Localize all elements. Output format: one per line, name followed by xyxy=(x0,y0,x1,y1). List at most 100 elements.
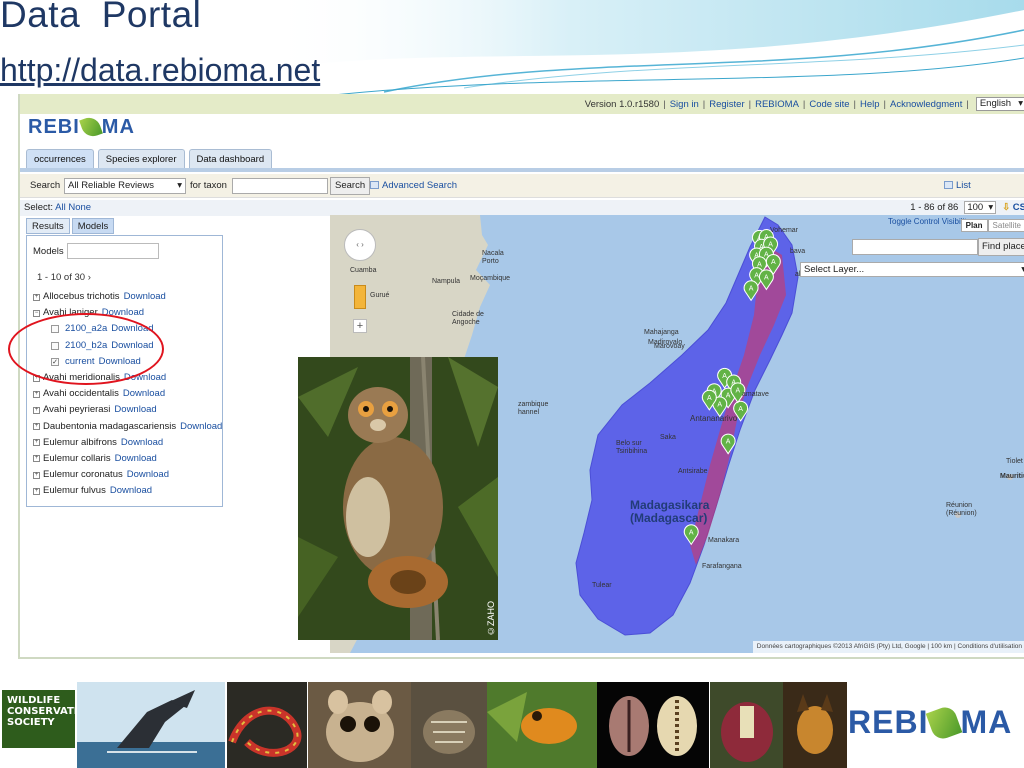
review-filter-select[interactable]: All Reliable Reviews ▾ xyxy=(64,178,186,194)
language-select[interactable]: English xyxy=(975,97,1024,111)
expand-icon[interactable]: + xyxy=(33,390,40,398)
find-place-button[interactable]: Find place xyxy=(978,238,1024,256)
register-link[interactable]: Register xyxy=(709,99,744,110)
marker-letter: A xyxy=(707,395,712,402)
map-label-angoche: Cidade de Angoche xyxy=(452,311,484,326)
tab-species-explorer[interactable]: Species explorer xyxy=(97,149,185,168)
map-label-reunion: Réunion (Réunion) xyxy=(946,502,977,517)
bottom-image-strip: WILDLIFE CONSERVATION SOCIETY REBI MA xyxy=(0,680,1024,768)
csv-download-link[interactable]: ⇩ CS xyxy=(1002,202,1024,213)
flower-photo xyxy=(710,682,784,768)
snake-photo xyxy=(227,682,307,768)
expand-icon[interactable]: + xyxy=(33,455,40,463)
wcs-logo: WILDLIFE CONSERVATION SOCIETY xyxy=(2,690,94,748)
expand-icon[interactable]: + xyxy=(33,423,40,431)
taxon-input[interactable] xyxy=(232,178,328,194)
leaf-icon xyxy=(78,114,103,140)
layer-select[interactable]: Select Layer...▾ xyxy=(800,262,1024,277)
species-name: Eulemur albifrons xyxy=(43,436,117,448)
pan-control[interactable]: ‹ › xyxy=(344,229,376,261)
map-label-mocambique: Moçambique xyxy=(470,275,511,282)
download-link[interactable]: Download xyxy=(115,451,157,467)
species-name: Eulemur collaris xyxy=(43,452,111,464)
tenrec-photo xyxy=(411,682,487,768)
acknowledgment-link[interactable]: Acknowledgment xyxy=(890,99,962,110)
tab-results[interactable]: Results xyxy=(26,218,70,234)
tab-models[interactable]: Models xyxy=(71,218,115,234)
tab-occurrences[interactable]: occurrences xyxy=(26,149,94,168)
toggle-control-visibility-link[interactable]: Toggle Control Visibility xyxy=(888,217,971,226)
highlight-ellipse xyxy=(8,313,164,385)
slide-title: Data Portal xyxy=(0,0,202,35)
map-label-mauritius: Mauritius xyxy=(1000,473,1024,480)
download-link[interactable]: Download xyxy=(123,386,165,402)
sign-in-link[interactable]: Sign in xyxy=(670,99,699,110)
advanced-search-link[interactable]: Advanced Search xyxy=(370,180,457,191)
marker-letter: A xyxy=(771,259,776,266)
slide-url-link[interactable]: http://data.rebioma.net xyxy=(0,52,320,89)
version-label: Version 1.0.r1580 xyxy=(584,98,660,110)
magnifier-icon xyxy=(370,181,379,189)
species-row: + Daubentonia madagascariensis Download xyxy=(33,419,222,435)
expand-icon[interactable]: + xyxy=(33,471,40,479)
frog-photo xyxy=(487,682,597,768)
download-link[interactable]: Download xyxy=(114,402,156,418)
code-site-link[interactable]: Code site xyxy=(809,99,849,110)
map-label-antsirabe: Antsirabe xyxy=(678,468,708,475)
for-taxon-label: for taxon xyxy=(190,180,227,191)
list-icon xyxy=(944,181,953,189)
models-search-input[interactable] xyxy=(67,243,159,259)
map-label-antananarivo: Antananarivo xyxy=(690,414,738,423)
page-size-select[interactable]: 100 xyxy=(964,201,997,214)
download-link[interactable]: Download xyxy=(110,483,152,499)
whale-photo xyxy=(77,682,225,768)
marker-letter: A xyxy=(749,285,754,292)
select-all-link[interactable]: All xyxy=(55,202,66,213)
help-link[interactable]: Help xyxy=(860,99,880,110)
species-row: + Eulemur albifrons Download xyxy=(33,435,222,451)
tab-data-dashboard[interactable]: Data dashboard xyxy=(188,149,273,168)
data-portal-screenshot: Version 1.0.r1580 | Sign in | Register |… xyxy=(18,94,1024,659)
map-type-switch: Plan Satellite xyxy=(960,219,1024,232)
download-icon: ⇩ xyxy=(1002,202,1011,213)
select-label: Select: xyxy=(24,202,54,213)
marker-letter: A xyxy=(726,393,731,400)
species-row: + Eulemur coronatus Download xyxy=(33,467,222,483)
main-tabs: occurrences Species explorer Data dashbo… xyxy=(26,149,273,168)
download-link[interactable]: Download xyxy=(127,467,169,483)
download-link[interactable]: Download xyxy=(180,419,222,435)
find-place-input[interactable] xyxy=(852,239,978,255)
map-label-nampula: Nampula xyxy=(432,278,461,285)
cowrie-shells-photo xyxy=(597,682,709,768)
map-label-tulear: Tulear xyxy=(592,582,612,589)
expand-icon[interactable]: + xyxy=(33,406,40,414)
expand-icon[interactable]: + xyxy=(33,439,40,447)
map-label-belo: Belo sur Tsiribihina xyxy=(616,440,648,455)
download-link[interactable]: Download xyxy=(121,435,163,451)
expand-icon[interactable]: + xyxy=(33,487,40,495)
map-label-vohemar: Vohemar xyxy=(770,227,799,234)
collapse-icon[interactable]: − xyxy=(33,309,40,317)
top-bar: Version 1.0.r1580 | Sign in | Register |… xyxy=(20,94,1024,114)
species-row: + Eulemur collaris Download xyxy=(33,451,222,467)
map-label-nacala: Nacala Porto xyxy=(482,250,504,265)
search-label: Search xyxy=(30,180,61,191)
bat-photo xyxy=(783,682,847,768)
map-label-toamasina: amatave xyxy=(742,391,769,398)
pager: 1 - 86 of 86 100 ⇩ CS xyxy=(910,201,1024,214)
street-view-pegman-icon[interactable] xyxy=(354,285,366,309)
list-link[interactable]: List xyxy=(944,180,971,191)
select-none-link[interactable]: None xyxy=(68,202,91,213)
search-button[interactable]: Search xyxy=(330,177,371,195)
species-row: + Avahi peyrierasi Download xyxy=(33,402,222,418)
expand-icon[interactable]: + xyxy=(33,293,40,301)
plan-button[interactable]: Plan xyxy=(960,219,988,232)
next-page-icon[interactable]: › xyxy=(88,272,91,283)
marker-letter: A xyxy=(736,387,741,394)
download-link[interactable]: Download xyxy=(124,289,166,305)
species-name: Eulemur coronatus xyxy=(43,469,123,481)
wave-decoration xyxy=(264,0,1024,96)
satellite-button[interactable]: Satellite xyxy=(987,219,1024,232)
zoom-in-button[interactable]: + xyxy=(353,319,367,333)
rebioma-link[interactable]: REBIOMA xyxy=(755,99,799,110)
